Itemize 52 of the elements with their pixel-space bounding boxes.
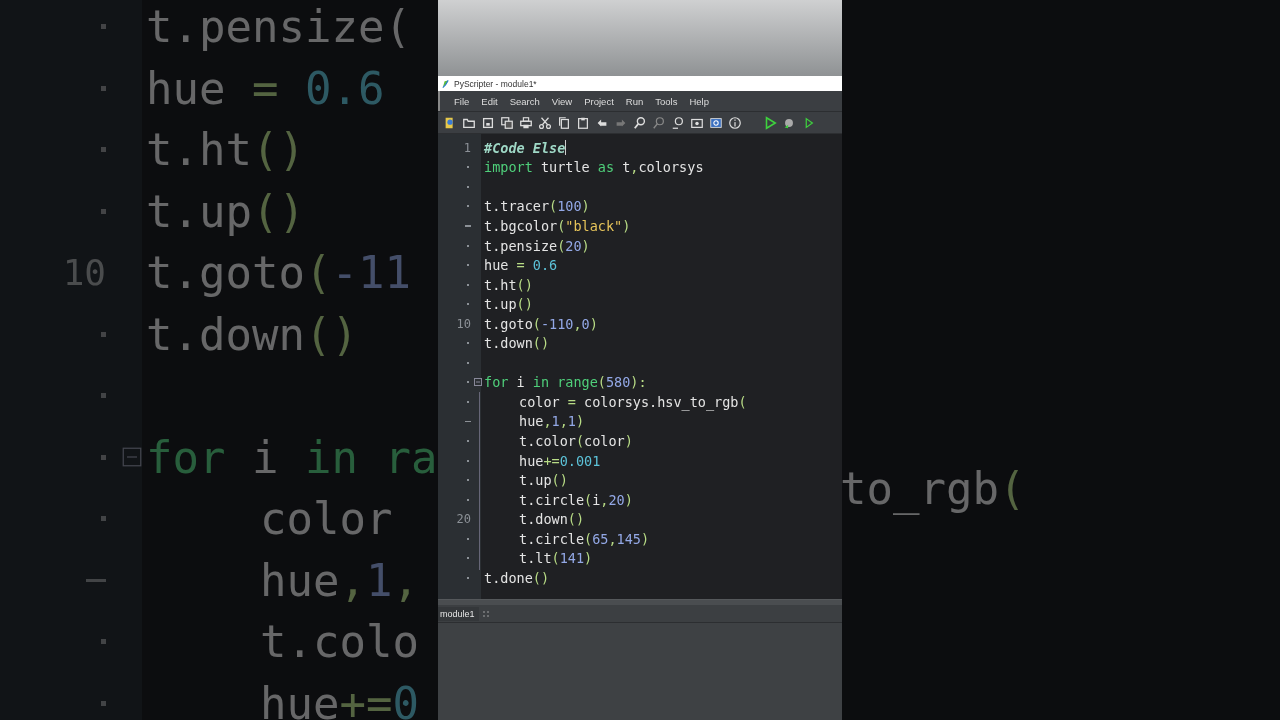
line-number: 10 <box>456 316 471 331</box>
code-line: hue = 0.6 <box>146 62 385 114</box>
line-number: 10 <box>62 252 106 294</box>
code-line: t.pensize( <box>146 1 411 53</box>
code-line: t.circle(i,20) <box>519 491 633 508</box>
fold-icon[interactable] <box>473 378 482 387</box>
code-line: t.color(color) <box>519 432 633 449</box>
code-line: color = colorsys.hsv_to_rgb( <box>519 393 747 410</box>
code-line: to_rgb( <box>842 463 1026 515</box>
text-cursor <box>565 140 567 156</box>
code-line: hue,1,1) <box>519 413 585 430</box>
code-line: hue+=0.001 <box>519 452 601 469</box>
menu-item[interactable]: Help <box>683 95 715 107</box>
code-line: t.tracer(100) <box>484 198 590 215</box>
code-line: t.up() <box>484 296 533 313</box>
code-line: t.done() <box>484 569 550 586</box>
menu-item[interactable]: Tools <box>649 95 684 107</box>
code-line: t.ht() <box>146 124 305 176</box>
code-line: #Code Else <box>484 139 566 156</box>
code-line: t.ht() <box>484 276 533 293</box>
code-line: t.colo <box>260 616 419 668</box>
menu-item[interactable]: View <box>545 95 579 107</box>
code-line: t.up() <box>519 472 568 489</box>
code-line: t.circle(65,145) <box>519 530 650 547</box>
menu-item[interactable]: Edit <box>475 95 504 107</box>
line-number: 20 <box>456 512 471 527</box>
code-line: t.lt(141) <box>519 550 593 567</box>
code-line: t.bgcolor("black") <box>484 217 631 234</box>
line-marker <box>86 578 106 582</box>
code-line: t.goto(-110,0) <box>484 315 598 332</box>
code-line: color <box>260 493 393 545</box>
code-line: for i in range(580): <box>484 374 647 391</box>
code-line: t.down() <box>484 335 550 352</box>
menu-item[interactable]: File <box>448 95 476 107</box>
code-line: t.goto(-11 <box>146 247 411 299</box>
menu-item[interactable]: Search <box>503 95 546 107</box>
snake-icon <box>441 78 450 89</box>
code-line: t.up() <box>146 185 305 237</box>
code-line: t.down() <box>519 511 585 528</box>
editor-tab[interactable]: module1 <box>438 606 479 621</box>
line-number: 1 <box>463 140 471 155</box>
code-line: t.down() <box>146 308 358 360</box>
window-title: PyScripter - module1* <box>454 78 537 89</box>
menu-item[interactable]: Run <box>619 95 650 107</box>
grip-icon[interactable] <box>482 610 489 617</box>
code-line: for i in ra <box>146 431 438 483</box>
code-line: import turtle as t,colorsys <box>484 159 704 176</box>
menu-item[interactable]: Project <box>578 95 620 107</box>
code-line: hue+=0 <box>260 677 419 720</box>
code-line: hue = 0.6 <box>484 257 558 274</box>
code-line: hue,1, <box>260 554 419 606</box>
code-line: t.pensize(20) <box>484 237 590 254</box>
